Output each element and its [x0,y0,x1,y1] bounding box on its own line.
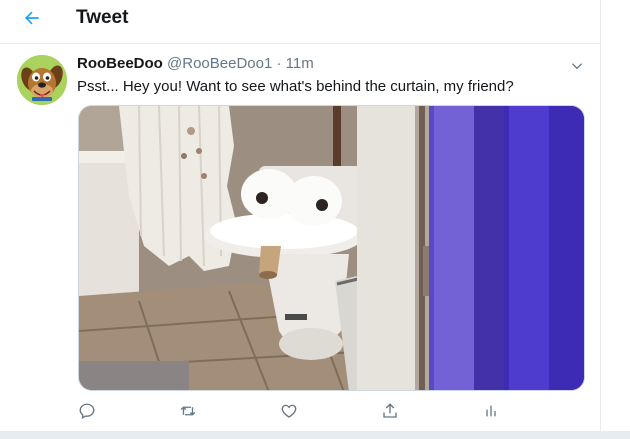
page-background-strip [0,431,630,439]
retweet-button[interactable] [176,400,200,422]
avatar-image [17,55,67,105]
reply-icon [79,403,95,419]
retweet-icon [180,406,196,416]
share-icon [383,403,397,418]
tweet-text: Psst... Hey you! Want to see what's behi… [77,78,514,95]
chevron-down-icon [571,63,583,70]
tweet-actions [0,398,601,424]
tweet-timestamp[interactable]: 11m [286,55,314,72]
page-title: Tweet [76,7,129,28]
page-header: Tweet [0,0,601,44]
avatar[interactable] [17,55,67,105]
back-button[interactable] [14,4,50,32]
tweet-photo[interactable] [78,105,585,391]
display-name[interactable]: RooBeeDoo [77,55,163,72]
tweet-header: RooBeeDoo @RooBeeDoo1 · 11m [77,55,314,72]
reply-button[interactable] [75,400,99,422]
tweet: RooBeeDoo @RooBeeDoo1 · 11m Psst... Hey … [0,45,601,431]
more-options-button[interactable] [566,57,588,75]
tweet-column: Tweet RooBeeDoo @RooBeeDoo1 · 11m Psst..… [0,0,601,431]
photo-image [79,106,584,390]
analytics-button[interactable] [479,400,503,422]
separator-dot: · [276,55,282,72]
user-handle[interactable]: @RooBeeDoo1 [167,55,272,72]
arrow-left-icon [25,11,39,25]
heart-icon [281,404,297,418]
analytics-icon [486,405,496,417]
like-button[interactable] [277,400,301,422]
share-button[interactable] [378,400,402,422]
